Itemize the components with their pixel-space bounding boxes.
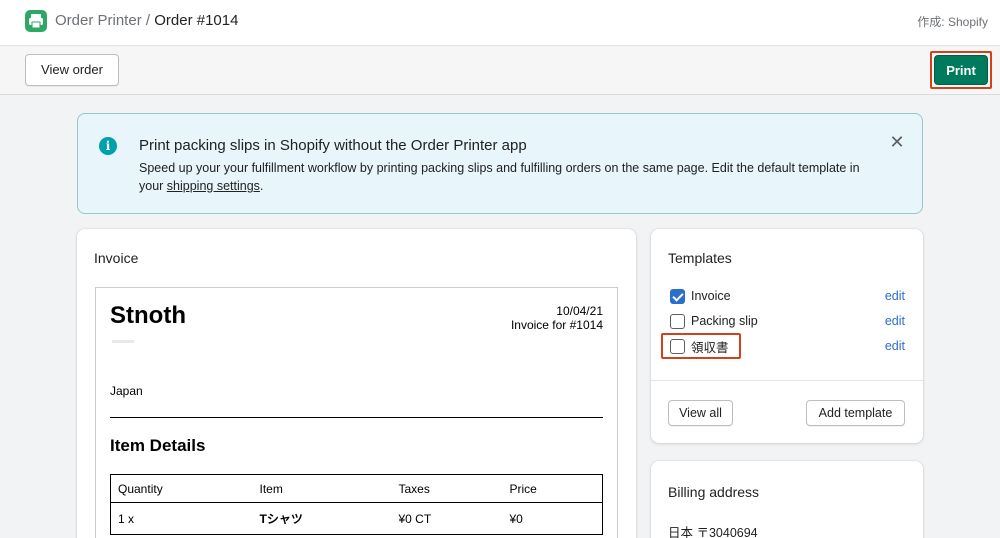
shop-name: Stnoth	[110, 302, 186, 329]
cell-quantity: 1 x	[118, 511, 135, 526]
info-banner: i Print packing slips in Shopify without…	[77, 113, 923, 214]
column-header: Item	[259, 481, 283, 496]
view-order-button[interactable]: View order	[25, 54, 119, 86]
breadcrumb-order: Order #1014	[154, 12, 239, 29]
item-details-heading: Item Details	[110, 436, 206, 455]
invoice-document: Stnoth 10/04/21 Invoice for #1014 Japan …	[95, 287, 618, 538]
printer-icon	[25, 10, 47, 32]
checkbox-invoice[interactable]	[670, 288, 685, 304]
close-icon[interactable]: ✕	[888, 133, 906, 151]
table-header-row: Quantity Item Taxes Price	[110, 475, 603, 503]
cell-item: Tシャツ	[259, 512, 303, 526]
divider	[651, 380, 923, 381]
breadcrumb-separator: /	[145, 12, 151, 29]
column-header: Taxes	[398, 481, 430, 496]
divider	[110, 417, 603, 418]
view-all-button[interactable]: View all	[668, 400, 733, 426]
checkbox-receipt[interactable]	[670, 338, 685, 354]
cell-price: ¥0	[509, 511, 523, 526]
templates-card: Templates Invoice edit Packing slip edit…	[651, 229, 923, 443]
print-button[interactable]: Print	[934, 55, 988, 85]
action-bar: View order Print	[0, 46, 1000, 95]
template-label: Invoice	[691, 289, 731, 303]
breadcrumb-app[interactable]: Order Printer	[55, 12, 142, 29]
banner-body: Speed up your your fulfillment workflow …	[139, 159, 879, 195]
templates-title: Templates	[668, 250, 732, 266]
faded-text	[112, 340, 134, 343]
edit-packing-slip-link[interactable]: edit	[885, 314, 905, 328]
banner-text-end: .	[259, 179, 264, 193]
edit-invoice-link[interactable]: edit	[885, 289, 905, 303]
checkbox-packing-slip[interactable]	[670, 313, 685, 329]
billing-address-card: Billing address 日本 〒3040694	[651, 461, 923, 538]
billing-title: Billing address	[668, 484, 760, 500]
invoice-preview-card: Invoice Stnoth 10/04/21 Invoice for #101…	[77, 229, 636, 538]
edit-receipt-link[interactable]: edit	[885, 339, 905, 353]
column-header: Price	[509, 481, 537, 496]
invoice-date: 10/04/21	[556, 304, 603, 318]
cell-taxes: ¥0 CT	[398, 511, 432, 526]
template-label: 領収書	[691, 340, 729, 355]
invoice-card-title: Invoice	[94, 250, 139, 266]
template-item-packing-slip[interactable]: Packing slip	[670, 312, 758, 330]
template-item-receipt[interactable]: 領収書	[670, 337, 729, 355]
top-bar: Order Printer / Order #1014 作成: Shopify	[0, 0, 1000, 46]
banner-title: Print packing slips in Shopify without t…	[139, 137, 527, 154]
add-template-button[interactable]: Add template	[806, 400, 905, 426]
template-item-invoice[interactable]: Invoice	[670, 287, 731, 305]
info-icon: i	[99, 137, 117, 155]
breadcrumb: Order Printer / Order #1014	[55, 12, 238, 29]
made-by-label: 作成: Shopify	[917, 15, 988, 29]
table-row: 1 x Tシャツ ¥0 CT ¥0	[111, 503, 603, 535]
shop-country: Japan	[110, 384, 143, 398]
template-label: Packing slip	[691, 314, 758, 328]
item-details-table: Quantity Item Taxes Price 1 x Tシャツ ¥0 CT…	[110, 474, 603, 535]
column-header: Quantity	[118, 481, 163, 496]
billing-address-line: 日本 〒3040694	[668, 526, 758, 538]
invoice-number: Invoice for #1014	[510, 318, 603, 332]
shipping-settings-link[interactable]: shipping settings	[167, 179, 260, 193]
